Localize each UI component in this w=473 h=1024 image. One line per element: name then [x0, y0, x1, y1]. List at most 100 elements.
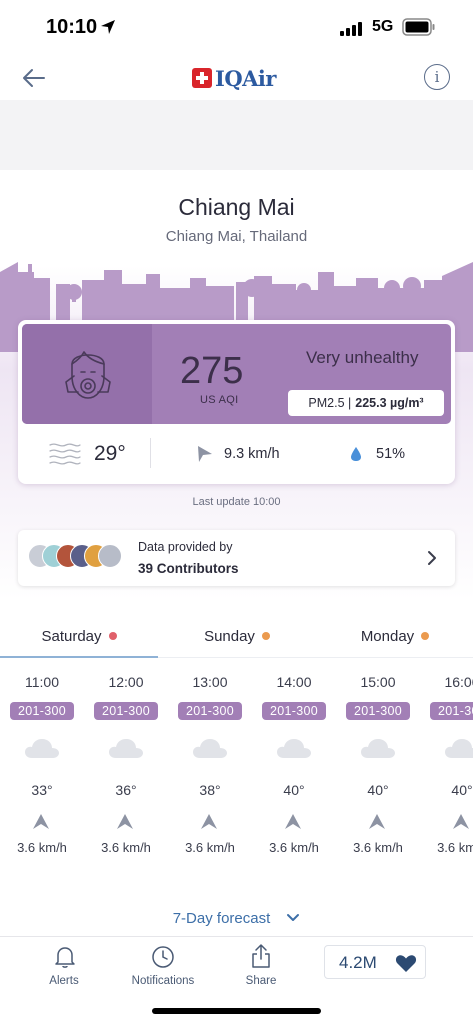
share-button[interactable]: Share [236, 941, 286, 991]
status-bar: 10:10 5G [0, 0, 473, 56]
wind-direction-icon [453, 814, 469, 829]
clock-icon [152, 946, 174, 968]
pollutant-label: PM2.5 | [308, 396, 352, 410]
hour-time: 11:00 [25, 674, 59, 690]
cloud-icon [193, 739, 227, 758]
location-arrow-icon [101, 20, 115, 34]
wind-speed: 9.3 km/h [224, 446, 280, 462]
hour-temperature: 40° [367, 782, 389, 798]
hour-temperature: 33° [31, 782, 53, 798]
aqi-value: 275 [180, 350, 244, 392]
home-indicator[interactable] [152, 1008, 321, 1014]
wind-direction-icon [369, 814, 385, 829]
cloud-icon [361, 739, 395, 758]
aqi-range-badge: 201-300 [94, 702, 158, 720]
last-update: Last update 10:00 [192, 496, 281, 508]
tab-label: Saturday [41, 627, 102, 645]
hour-wind-speed: 3.6 km/h [17, 840, 67, 855]
hour-time: 14:00 [276, 674, 312, 690]
like-count: 4.2M [339, 953, 377, 972]
cloud-icon [277, 739, 311, 758]
main-pollutant-pill: PM2.5 | 225.3 µg/m³ [288, 390, 444, 416]
tab-label: Monday [360, 627, 415, 645]
aqi-summary: 275 US AQI Very unhealthy PM2.5 | 225.3 … [22, 324, 451, 424]
notifications-label: Notifications [131, 975, 195, 987]
temperature-cell: 29° [48, 426, 126, 482]
contributors-card[interactable]: Data provided by 39 Contributors [18, 530, 455, 586]
aqi-status-dot [421, 632, 430, 640]
haze-icon [49, 443, 81, 465]
wind-direction-icon [117, 814, 133, 829]
face-mask-icon [65, 351, 111, 399]
heart-icon [395, 955, 417, 972]
weather-row: 29° 9.3 km/h 51% [20, 426, 453, 482]
hour-column: 13:00 201-300 38° 3.6 km/h [168, 672, 252, 862]
contributors-label: Data provided by [138, 540, 233, 554]
aqi-card[interactable]: 275 US AQI Very unhealthy PM2.5 | 225.3 … [18, 320, 455, 484]
bell-icon [55, 947, 75, 968]
temperature-value: 29° [94, 442, 126, 465]
hour-column: 15:00 201-300 40° 3.6 km/h [336, 672, 420, 862]
humidity-value: 51% [376, 446, 406, 462]
pollutant-value: 225.3 µg/m³ [355, 396, 424, 410]
hour-time: 15:00 [360, 674, 396, 690]
wind-cell: 9.3 km/h [196, 426, 280, 482]
hour-wind-speed: 3.6 km/h [437, 840, 473, 855]
wind-direction-icon [198, 446, 212, 462]
cloud-icon [445, 739, 473, 758]
humidity-drop-icon [351, 447, 361, 461]
battery-icon [402, 18, 435, 36]
cloud-icon [25, 739, 59, 758]
aqi-unit: US AQI [200, 394, 239, 406]
status-time: 10:10 [46, 16, 98, 38]
aqi-status-dot [261, 632, 270, 640]
wind-direction-icon [33, 814, 49, 829]
hour-temperature: 36° [115, 782, 137, 798]
like-button[interactable]: 4.2M [324, 945, 426, 979]
aqi-range-badge: 201-300 [178, 702, 242, 720]
hour-wind-speed: 3.6 km/h [269, 840, 319, 855]
aqi-status: Very unhealthy [306, 348, 419, 367]
aqi-range-badge: 201-300 [430, 702, 473, 720]
city-subtitle: Chiang Mai, Thailand [165, 228, 308, 245]
alerts-button[interactable]: Alerts [36, 941, 92, 991]
avatar [98, 544, 122, 568]
logo-text: IQAir [215, 65, 276, 91]
signal-icon [340, 22, 362, 36]
hour-time: 12:00 [108, 674, 144, 690]
tab-saturday[interactable]: Saturday [0, 614, 158, 658]
hour-column: 14:00 201-300 40° 3.6 km/h [252, 672, 336, 862]
aqi-range-badge: 201-300 [346, 702, 410, 720]
hour-time: 13:00 [192, 674, 228, 690]
ad-placeholder-band [0, 100, 473, 170]
tab-label: Sunday [204, 627, 255, 645]
contributors-count: 39 Contributors [138, 561, 239, 576]
hour-temperature: 40° [451, 782, 473, 798]
alerts-label: Alerts [49, 975, 79, 987]
hour-wind-speed: 3.6 km/h [185, 840, 235, 855]
iqair-logo: IQAir [192, 64, 276, 92]
info-button[interactable]: i [424, 64, 450, 90]
hour-temperature: 40° [283, 782, 305, 798]
hour-temperature: 38° [199, 782, 221, 798]
hour-time: 16:00 [444, 674, 473, 690]
tab-monday[interactable]: Monday [316, 614, 473, 658]
aqi-range-badge: 201-300 [262, 702, 326, 720]
forecast-link-label: 7-Day forecast [172, 909, 271, 927]
network-type: 5G [372, 18, 394, 35]
hour-column: 12:00 201-300 36° 3.6 km/h [84, 672, 168, 862]
chevron-down-icon [287, 914, 300, 921]
chevron-right-icon [428, 551, 436, 565]
hour-column: 11:00 201-300 33° 3.6 km/h [0, 672, 84, 862]
notifications-button[interactable]: Notifications [124, 941, 202, 991]
city-title: Chiang Mai [178, 194, 295, 220]
info-icon: i [434, 68, 440, 86]
wind-direction-icon [285, 814, 301, 829]
hour-wind-speed: 3.6 km/h [353, 840, 403, 855]
weather-divider [150, 438, 151, 468]
back-arrow-icon[interactable] [18, 62, 50, 94]
top-nav: IQAir i [0, 56, 473, 100]
seven-day-forecast-button[interactable]: 7-Day forecast [0, 908, 473, 928]
tab-sunday[interactable]: Sunday [158, 614, 316, 658]
cloud-icon [109, 739, 143, 758]
